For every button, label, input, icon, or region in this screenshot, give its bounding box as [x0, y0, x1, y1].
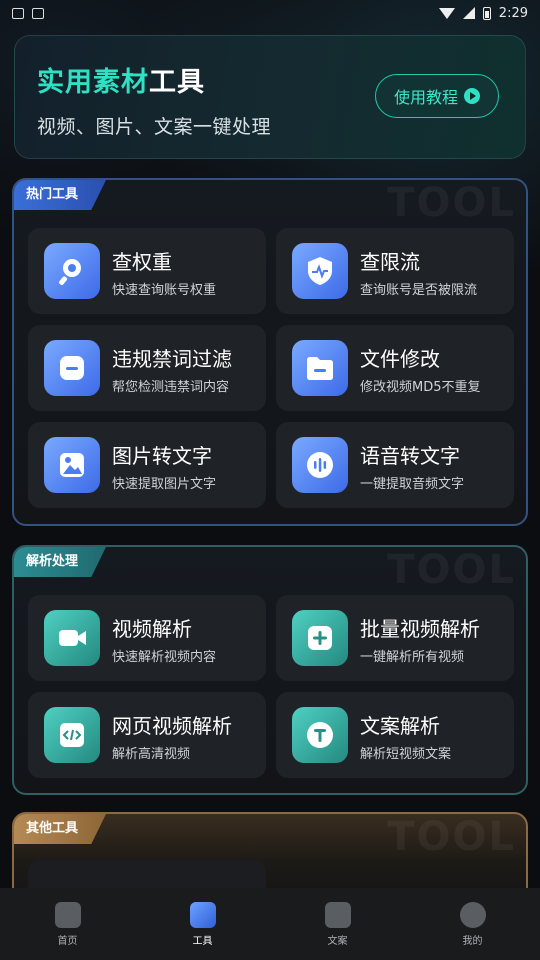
- title-accent: 实用素材: [37, 67, 149, 98]
- tool-desc: 快速提取图片文字: [112, 477, 217, 492]
- tool-name: 查限流: [360, 250, 420, 274]
- nav-item-copy[interactable]: 文案: [288, 901, 388, 947]
- arrow-right-icon: [464, 88, 480, 104]
- bottom-nav: 首页 工具 文案 我的: [0, 888, 540, 960]
- tool-desc: 一键解析所有视频: [360, 650, 465, 665]
- tool-card-video-parse[interactable]: 视频解析 快速解析视频内容: [28, 595, 266, 681]
- tool-desc: 查询账号是否被限流: [360, 283, 478, 298]
- section-parse: TOOL 解析处理 视频解析 快速解析视频内容 批量视频解析 一键解析所有视频 …: [12, 545, 528, 795]
- tool-name: 文案解析: [360, 714, 440, 738]
- nav-item-profile[interactable]: 我的: [423, 901, 523, 947]
- tool-name: 文件修改: [360, 347, 440, 371]
- section-watermark: TOOL: [387, 814, 516, 860]
- section-hot-tools: TOOL 热门工具 查权重 快速查询账号权重 查限流 查询账号是否被限流 违规禁…: [12, 178, 528, 526]
- section-watermark: TOOL: [387, 547, 516, 593]
- text-icon: [292, 707, 348, 763]
- tool-desc: 解析短视频文案: [360, 747, 452, 762]
- tool-name: 查权重: [112, 250, 172, 274]
- header-banner: 实用素材工具 视频、图片、文案一键处理 使用教程: [14, 35, 526, 159]
- page-title: 实用素材工具: [37, 60, 205, 99]
- battery-icon: [482, 6, 491, 20]
- profile-icon: [459, 901, 486, 928]
- tutorial-button[interactable]: 使用教程: [375, 74, 499, 118]
- nav-label: 文案: [327, 935, 348, 947]
- status-time: 2:29: [498, 5, 528, 21]
- tool-card-check-limit[interactable]: 查限流 查询账号是否被限流: [276, 228, 514, 314]
- tool-name: 批量视频解析: [360, 617, 480, 641]
- folder-icon: [292, 340, 348, 396]
- tool-desc: 快速解析视频内容: [112, 650, 217, 665]
- section-label: 其他工具: [14, 814, 106, 844]
- nav-item-home[interactable]: 首页: [18, 901, 118, 947]
- tool-card-check-weight[interactable]: 查权重 快速查询账号权重: [28, 228, 266, 314]
- tool-name: 语音转文字: [360, 444, 460, 468]
- signal-icon: [462, 7, 475, 19]
- section-label: 解析处理: [14, 547, 106, 577]
- image-icon: [44, 437, 100, 493]
- tool-name: 网页视频解析: [112, 714, 232, 738]
- tutorial-button-label: 使用教程: [393, 88, 458, 107]
- nav-item-tools[interactable]: 工具: [153, 901, 253, 947]
- tool-desc: 帮您检测违禁词内容: [112, 380, 230, 395]
- tool-desc: 一键提取音频文字: [360, 477, 465, 492]
- status-bar: 2:29: [0, 0, 540, 26]
- tools-icon: [189, 901, 216, 928]
- tool-card-image-to-text[interactable]: 图片转文字 快速提取图片文字: [28, 422, 266, 508]
- home-icon: [54, 901, 81, 928]
- wifi-icon: [438, 7, 455, 19]
- nav-label: 我的: [462, 935, 483, 947]
- shield-icon: [292, 243, 348, 299]
- tool-name: 视频解析: [112, 617, 192, 641]
- page-subtitle: 视频、图片、文案一键处理: [37, 116, 272, 138]
- video-icon: [44, 610, 100, 666]
- tool-card-web-video-parse[interactable]: 网页视频解析 解析高清视频: [28, 692, 266, 778]
- tool-desc: 快速查询账号权重: [112, 283, 217, 298]
- status-bar-right: 2:29: [438, 5, 528, 21]
- status-bar-left: [12, 7, 44, 19]
- nav-label: 首页: [57, 935, 78, 947]
- document-icon: [324, 901, 351, 928]
- tool-desc: 解析高清视频: [112, 747, 191, 762]
- filter-icon: [44, 340, 100, 396]
- audio-icon: [292, 437, 348, 493]
- tool-card-word-filter[interactable]: 违规禁词过滤 帮您检测违禁词内容: [28, 325, 266, 411]
- section-watermark: TOOL: [387, 180, 516, 226]
- tool-card-file-modify[interactable]: 文件修改 修改视频MD5不重复: [276, 325, 514, 411]
- tool-card-speech-to-text[interactable]: 语音转文字 一键提取音频文字: [276, 422, 514, 508]
- gallery-notification-icon: [12, 7, 24, 19]
- section-label: 热门工具: [14, 180, 106, 210]
- tool-card-batch-video-parse[interactable]: 批量视频解析 一键解析所有视频: [276, 595, 514, 681]
- tool-name: 违规禁词过滤: [112, 347, 232, 371]
- code-icon: [44, 707, 100, 763]
- tool-desc: 修改视频MD5不重复: [360, 380, 481, 395]
- title-rest: 工具: [149, 67, 205, 98]
- nav-label: 工具: [192, 935, 213, 947]
- plus-icon: [292, 610, 348, 666]
- tool-name: 图片转文字: [112, 444, 212, 468]
- tool-card-copy-parse[interactable]: 文案解析 解析短视频文案: [276, 692, 514, 778]
- app-notification-icon: [32, 7, 44, 19]
- search-icon: [44, 243, 100, 299]
